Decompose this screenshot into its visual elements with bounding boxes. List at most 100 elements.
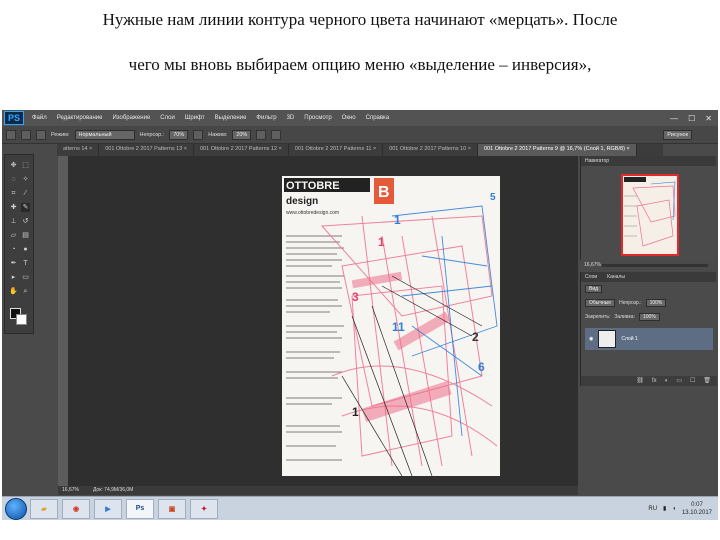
maximize-icon[interactable]: ☐ — [688, 114, 695, 123]
blur-tool-icon[interactable]: ◔ — [9, 245, 18, 254]
pressure-size-icon[interactable] — [271, 129, 282, 140]
clock-date: 13.10.2017 — [681, 509, 712, 516]
layer-style-icon[interactable]: fx — [652, 376, 657, 386]
visibility-eye-icon[interactable]: ◉ — [589, 336, 593, 342]
flow-field[interactable]: 20% — [232, 129, 252, 140]
volume-icon[interactable]: ◖ — [672, 506, 676, 512]
layer-mask-icon[interactable]: ▭ — [676, 376, 682, 386]
brush-preset-icon[interactable] — [21, 129, 31, 140]
taskbar-powerpoint-icon[interactable]: ▣ — [158, 498, 186, 519]
pattern-number: 1 — [352, 405, 359, 419]
layer-row-selected[interactable]: ◉ Слой 1 — [585, 328, 713, 350]
pattern-sheet-graphic: OTTOBRE design www.ottobredesign.com B 1… — [284, 178, 498, 476]
start-button[interactable] — [5, 497, 27, 520]
move-tool-icon[interactable]: ✥ — [9, 161, 18, 170]
taskbar-browser-icon[interactable]: ◉ — [62, 498, 90, 519]
zoom-tool-icon[interactable]: ⌕ — [21, 287, 30, 296]
photoshop-logo-icon: PS — [4, 111, 24, 125]
pressure-opacity-icon[interactable] — [193, 129, 204, 140]
link-layers-icon[interactable]: ⛓ — [636, 376, 644, 386]
pattern-number: 3 — [352, 290, 359, 304]
navigator-zoom-slider[interactable] — [602, 264, 708, 267]
lock-row: Закрепить: Заливка: 100% — [581, 310, 716, 324]
status-bar: 16,67% Док: 74,9M/36,0M — [58, 486, 578, 495]
menu-help[interactable]: Справка — [361, 115, 395, 121]
navigator-preview[interactable] — [621, 174, 679, 256]
menu-layers[interactable]: Слои — [155, 115, 180, 121]
menu-view[interactable]: Просмотр — [299, 115, 336, 121]
mode-select[interactable]: Нормальный — [74, 129, 135, 140]
layer-name[interactable]: Слой 1 — [621, 336, 637, 342]
menu-filter[interactable]: Фильтр — [251, 115, 281, 121]
layers-panel: Слои Каналы Вид Обычные Непрозр.: 100% З… — [580, 272, 717, 386]
taskbar-media-icon[interactable]: ▶ — [94, 498, 122, 519]
path-selection-tool-icon[interactable]: ▸ — [9, 273, 18, 282]
lasso-tool-icon[interactable]: ◌ — [9, 175, 18, 184]
tab-channels[interactable]: Каналы — [607, 272, 625, 282]
adjustment-layer-icon[interactable]: ◐ — [665, 376, 669, 386]
eyedropper-tool-icon[interactable]: ⁄ — [21, 189, 30, 198]
new-layer-icon[interactable]: ☐ — [690, 376, 695, 386]
layers-panel-tabs: Слои Каналы — [581, 272, 716, 282]
airbrush-icon[interactable] — [256, 129, 267, 140]
background-color-swatch[interactable] — [16, 314, 27, 325]
status-zoom[interactable]: 16,67% — [62, 486, 79, 495]
caption-line-2: чего мы вновь выбираем опцию меню «выдел… — [128, 55, 592, 74]
taskbar-acrobat-icon[interactable]: ✦ — [190, 498, 218, 519]
brush-panel-icon[interactable] — [36, 129, 46, 140]
taskbar-explorer-icon[interactable]: ▰ — [30, 498, 58, 519]
pattern-number: 5 — [490, 192, 496, 203]
crop-tool-icon[interactable]: ⌗ — [9, 189, 18, 198]
magic-wand-tool-icon[interactable]: ✧ — [21, 175, 30, 184]
pattern-number: 2 — [472, 330, 479, 344]
menu-select[interactable]: Выделение — [210, 115, 252, 121]
menu-image[interactable]: Изображение — [107, 115, 155, 121]
tab-patterns-11[interactable]: 001 Ottobre 2 2017 Patterns 11 × — [289, 144, 384, 156]
tab-patterns-9-active[interactable]: 001 Ottobre 2 2017 Patterns 9 @ 16,7% (С… — [477, 144, 637, 156]
layer-kind-select[interactable]: Вид — [585, 285, 603, 293]
stamp-tool-icon[interactable]: ⊥ — [9, 217, 18, 226]
language-indicator[interactable]: RU — [648, 506, 657, 512]
pattern-number: 6 — [478, 360, 485, 374]
close-icon[interactable]: ✕ — [705, 114, 712, 123]
tab-layers[interactable]: Слои — [585, 272, 597, 282]
hand-tool-icon[interactable]: ✋ — [9, 287, 18, 296]
marquee-tool-icon[interactable]: ⬚ — [21, 161, 30, 170]
eraser-tool-icon[interactable]: ▱ — [9, 231, 18, 240]
dodge-tool-icon[interactable]: ● — [21, 245, 30, 254]
tab-patterns-10[interactable]: 001 Ottobre 2 2017 Patterns 10 × — [383, 144, 478, 156]
vertical-ruler — [58, 156, 68, 486]
brush-tool-icon[interactable] — [6, 129, 16, 140]
history-brush-tool-icon[interactable]: ↺ — [21, 217, 30, 226]
menu-type[interactable]: Шрифт — [180, 115, 210, 121]
gradient-tool-icon[interactable]: ▤ — [21, 231, 30, 240]
fill-field[interactable]: 100% — [638, 313, 660, 321]
minimize-icon[interactable]: — — [670, 114, 678, 123]
taskbar-photoshop-icon[interactable]: Ps — [126, 498, 154, 519]
network-icon[interactable]: ▮ — [663, 505, 666, 512]
menu-edit[interactable]: Редактирование — [52, 115, 108, 121]
workspace-select[interactable]: Рисунок — [663, 129, 692, 140]
brush-tool-icon[interactable]: ✎ — [21, 203, 30, 212]
layer-opacity-field[interactable]: 100% — [645, 299, 667, 307]
document-tabs: atterns 14 × 001 Ottobre 2 2017 Patterns… — [57, 144, 663, 156]
document-canvas[interactable]: OTTOBRE design www.ottobredesign.com B 1… — [282, 176, 500, 476]
canvas-area[interactable]: OTTOBRE design www.ottobredesign.com B 1… — [68, 156, 578, 486]
tab-patterns-14[interactable]: atterns 14 × — [57, 144, 100, 156]
menu-file[interactable]: Файл — [27, 115, 52, 121]
mode-label: Режим: — [51, 131, 70, 138]
opacity-field[interactable]: 70% — [169, 129, 189, 140]
healing-tool-icon[interactable]: ✚ — [9, 203, 18, 212]
navigator-zoom-value[interactable]: 16,67% — [584, 262, 601, 268]
menu-3d[interactable]: 3D — [282, 115, 300, 121]
tab-patterns-13[interactable]: 001 Ottobre 2 2017 Patterns 13 × — [99, 144, 194, 156]
tab-patterns-12[interactable]: 001 Ottobre 2 2017 Patterns 12 × — [194, 144, 289, 156]
clock[interactable]: 0:07 13.10.2017 — [682, 501, 712, 517]
delete-layer-icon[interactable]: 🗑 — [703, 376, 711, 386]
pen-tool-icon[interactable]: ✒ — [9, 259, 18, 268]
shape-tool-icon[interactable]: ▭ — [21, 273, 30, 282]
menu-window[interactable]: Окно — [337, 115, 361, 121]
blend-mode-select[interactable]: Обычные — [585, 299, 616, 307]
navigator-thumbnail-graphic — [624, 177, 676, 247]
type-tool-icon[interactable]: T — [21, 259, 30, 268]
